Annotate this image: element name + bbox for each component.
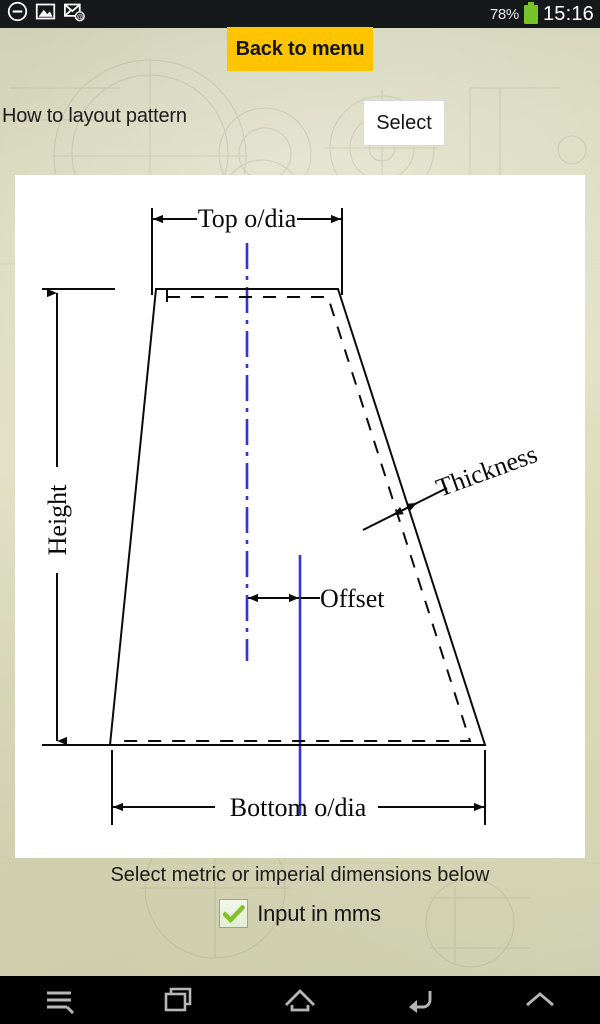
recent-apps-icon bbox=[164, 987, 192, 1012]
cone-outline-outer bbox=[108, 288, 487, 746]
nav-expand-button[interactable] bbox=[480, 976, 600, 1024]
status-bar: @ 78% 15:16 bbox=[0, 0, 600, 28]
back-to-menu-button[interactable]: Back to menu bbox=[227, 27, 373, 71]
height-label: Height bbox=[43, 484, 72, 556]
clock-label: 15:16 bbox=[542, 2, 594, 25]
cone-outline-inner bbox=[122, 289, 472, 742]
nav-menu-button[interactable] bbox=[0, 976, 120, 1024]
input-in-mms-label: Input in mms bbox=[257, 900, 381, 926]
checkmark-icon bbox=[222, 904, 245, 923]
select-button[interactable]: Select bbox=[363, 100, 445, 146]
back-arrow-icon bbox=[409, 991, 432, 1013]
pattern-layout-drawing: Top o/dia Height Thickness Offset Bottom… bbox=[42, 204, 541, 825]
offset-label: Offset bbox=[320, 584, 385, 613]
menu-icon bbox=[47, 991, 75, 1015]
battery-icon bbox=[523, 1, 538, 24]
chevron-up-icon bbox=[526, 992, 554, 1007]
gallery-image-icon bbox=[35, 1, 56, 27]
battery-percent-label: 78% bbox=[489, 5, 519, 23]
units-prompt-label: Select metric or imperial dimensions bel… bbox=[110, 864, 490, 886]
svg-text:@: @ bbox=[76, 14, 83, 21]
do-not-disturb-icon bbox=[7, 1, 28, 27]
nav-home-button[interactable] bbox=[240, 976, 360, 1024]
diagram-panel: Top o/dia Height Thickness Offset Bottom… bbox=[15, 175, 585, 858]
nav-back-button[interactable] bbox=[360, 976, 480, 1024]
page-title: How to layout pattern bbox=[2, 105, 187, 127]
bottom-dia-label: Bottom o/dia bbox=[230, 793, 367, 822]
home-icon bbox=[285, 989, 315, 1012]
status-bar-system-status: 78% 15:16 bbox=[489, 1, 600, 26]
centerline bbox=[245, 243, 302, 815]
nav-recents-button[interactable] bbox=[120, 976, 240, 1024]
email-at-icon: @ bbox=[63, 1, 86, 27]
thickness-label: Thickness bbox=[432, 439, 541, 502]
app-screen: @ 78% 15:16 Back to menu How to layout p… bbox=[0, 0, 600, 1024]
input-in-mms-checkbox[interactable] bbox=[219, 899, 249, 928]
android-navigation-bar bbox=[0, 976, 600, 1024]
input-in-mms-row[interactable]: Input in mms bbox=[0, 899, 600, 928]
top-dia-label: Top o/dia bbox=[198, 204, 297, 233]
status-bar-notification-icons: @ bbox=[0, 1, 86, 27]
